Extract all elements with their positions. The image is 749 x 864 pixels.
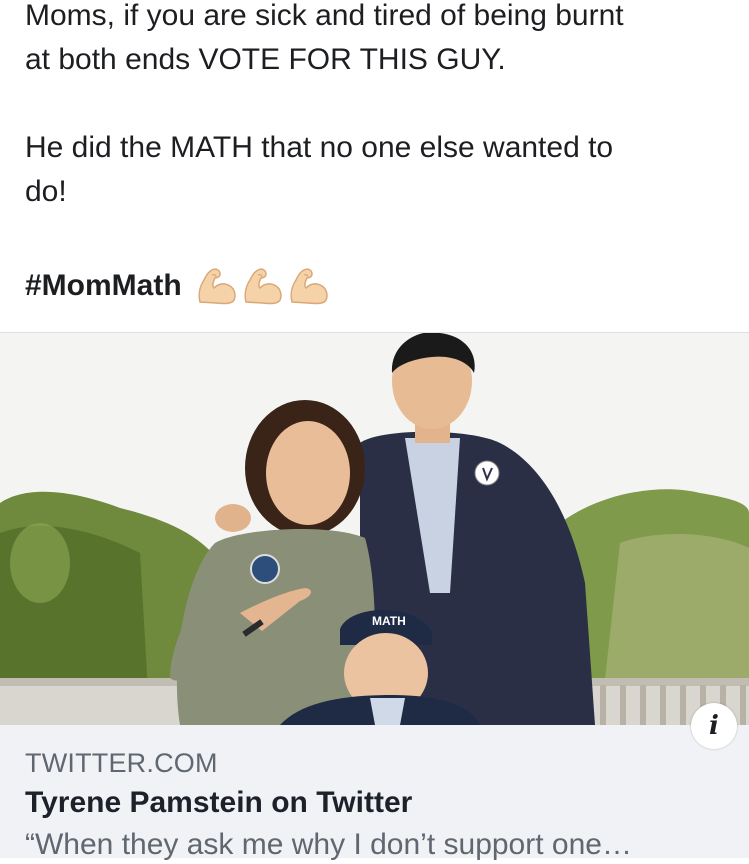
emoji-group xyxy=(194,266,330,306)
flexed-biceps-icon xyxy=(290,268,328,305)
family-photo: MATH xyxy=(0,333,749,725)
link-preview-card[interactable]: MATH i TWITTER.COM Tyrene Pamstein on Tw… xyxy=(0,332,749,861)
hashtag-link[interactable]: #MomMath xyxy=(25,264,182,308)
hashtag-row: #MomMath xyxy=(25,264,330,308)
info-button[interactable]: i xyxy=(691,703,737,749)
info-icon: i xyxy=(709,711,719,741)
link-preview-image[interactable]: MATH xyxy=(0,333,749,725)
post-text-line: Moms, if you are sick and tired of being… xyxy=(25,0,624,32)
post-text-line: He did the MATH that no one else wanted … xyxy=(25,131,614,164)
post-text-line: do! xyxy=(25,175,67,208)
link-title[interactable]: Tyrene Pamstein on Twitter xyxy=(25,784,412,822)
post-text-line: at both ends VOTE FOR THIS GUY. xyxy=(25,43,506,76)
flexed-biceps-icon xyxy=(244,268,282,305)
link-domain: TWITTER.COM xyxy=(25,748,218,778)
link-description: “When they ask me why I don’t support on… xyxy=(25,828,632,861)
cap-text: MATH xyxy=(372,614,406,628)
flexed-biceps-icon xyxy=(198,268,236,305)
